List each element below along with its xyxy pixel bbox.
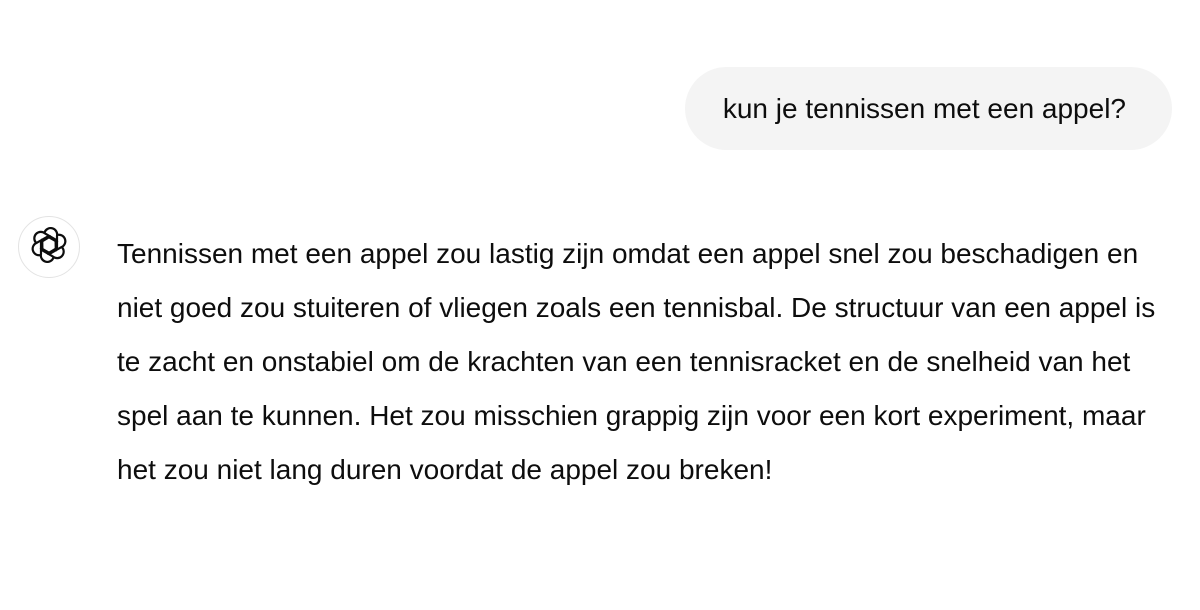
chat-thread: kun je tennissen met een appel? Tennisse… [0, 0, 1200, 610]
assistant-avatar [18, 216, 80, 278]
user-message-row: kun je tennissen met een appel? [684, 67, 1172, 150]
user-message-bubble: kun je tennissen met een appel? [684, 67, 1172, 150]
openai-logo-icon [31, 226, 67, 268]
user-message-text: kun je tennissen met een appel? [722, 92, 1126, 124]
assistant-message-text: Tennissen met een appel zou lastig zijn … [117, 238, 1156, 485]
